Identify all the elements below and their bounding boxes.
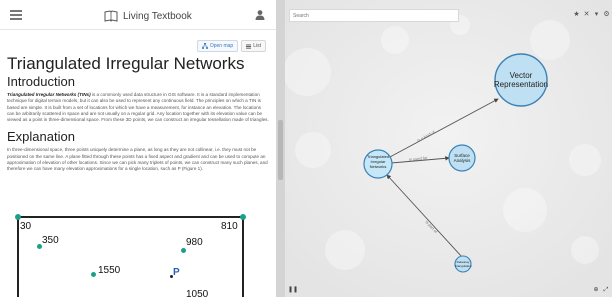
top-bar: Living Textbook <box>0 0 276 30</box>
elevation-label-1550: 1550 <box>98 265 121 276</box>
expand-icon[interactable]: ⤢ <box>602 286 610 294</box>
zoom-icon[interactable]: ⊕ <box>592 286 600 294</box>
concept-map-panel: Is a kind of Is used for Is part of Vect… <box>285 0 612 297</box>
elevation-label-350: 350 <box>42 235 59 246</box>
elevation-label-1050: 1050 <box>186 289 209 297</box>
point-p-label: P <box>173 267 180 278</box>
node-label-vector-line2: Representation <box>494 80 548 89</box>
node-delaunay-triangulation[interactable]: Delaunay Triangulation <box>454 255 472 273</box>
tin-figure: 30 810 350 980 1550 P 1050 <box>13 211 263 297</box>
figure-frame-top <box>17 216 243 218</box>
elevation-label-980: 980 <box>186 237 203 248</box>
elevation-point-980 <box>181 248 186 253</box>
introduction-text: Triangulated Irregular Networks (TINs) i… <box>7 92 269 123</box>
introduction-term: Triangulated Irregular Networks (TINs) <box>7 92 91 97</box>
list-icon <box>246 44 252 49</box>
app-root: Living Textbook Open map List Triangulat… <box>0 0 612 297</box>
concept-map[interactable]: Is a kind of Is used for Is part of Vect… <box>285 0 612 297</box>
open-map-label: Open map <box>209 43 234 49</box>
app-logo[interactable]: Living Textbook <box>104 9 192 23</box>
filter-icon[interactable]: ▾ <box>592 9 601 20</box>
node-label-vector-line1: Vector <box>510 71 533 80</box>
figure-frame-right <box>242 216 244 297</box>
panel-divider[interactable] <box>276 0 285 297</box>
elevation-label-810: 810 <box>221 221 238 232</box>
page-title: Triangulated Irregular Networks <box>7 54 245 73</box>
book-icon <box>104 10 118 22</box>
close-icon[interactable]: ✕ <box>582 9 591 20</box>
figure-frame-left <box>17 216 19 297</box>
article: Triangulated Irregular Networks Introduc… <box>7 54 269 173</box>
settings-icon[interactable]: ⚙ <box>602 9 611 20</box>
node-label-tin-line3: Networks <box>370 164 387 169</box>
introduction-heading: Introduction <box>7 74 75 89</box>
list-button[interactable]: List <box>241 40 266 52</box>
view-toggle: Open map List <box>196 40 266 52</box>
open-map-button[interactable]: Open map <box>196 40 239 52</box>
pause-icon[interactable]: ❚❚ <box>288 286 298 294</box>
explanation-text: In three-dimensional space, three points… <box>7 147 268 172</box>
hamburger-icon[interactable] <box>10 10 22 20</box>
app-name: Living Textbook <box>123 10 192 22</box>
list-label: List <box>253 43 261 49</box>
explanation-heading: Explanation <box>7 129 75 145</box>
corner-point-right <box>240 214 246 220</box>
star-icon[interactable]: ★ <box>572 9 581 20</box>
user-icon[interactable] <box>254 9 266 21</box>
node-vector-representation[interactable]: Vector Representation <box>494 53 548 107</box>
node-label-surface-line2: Analysis <box>454 158 472 163</box>
sitemap-icon <box>201 43 208 49</box>
node-label-small-line2: Triangulation <box>454 264 472 268</box>
elevation-point-1550 <box>91 272 96 277</box>
node-triangulated-irregular-networks[interactable]: Triangulated Irregular Networks <box>363 149 393 179</box>
corner-point-left <box>15 214 21 220</box>
text-panel: Living Textbook Open map List Triangulat… <box>0 0 276 297</box>
scrollbar-thumb[interactable] <box>278 120 283 180</box>
map-search-input[interactable] <box>289 9 459 22</box>
elevation-label-30: 30 <box>20 221 32 232</box>
node-surface-analysis[interactable]: Surface Analysis <box>448 144 476 172</box>
